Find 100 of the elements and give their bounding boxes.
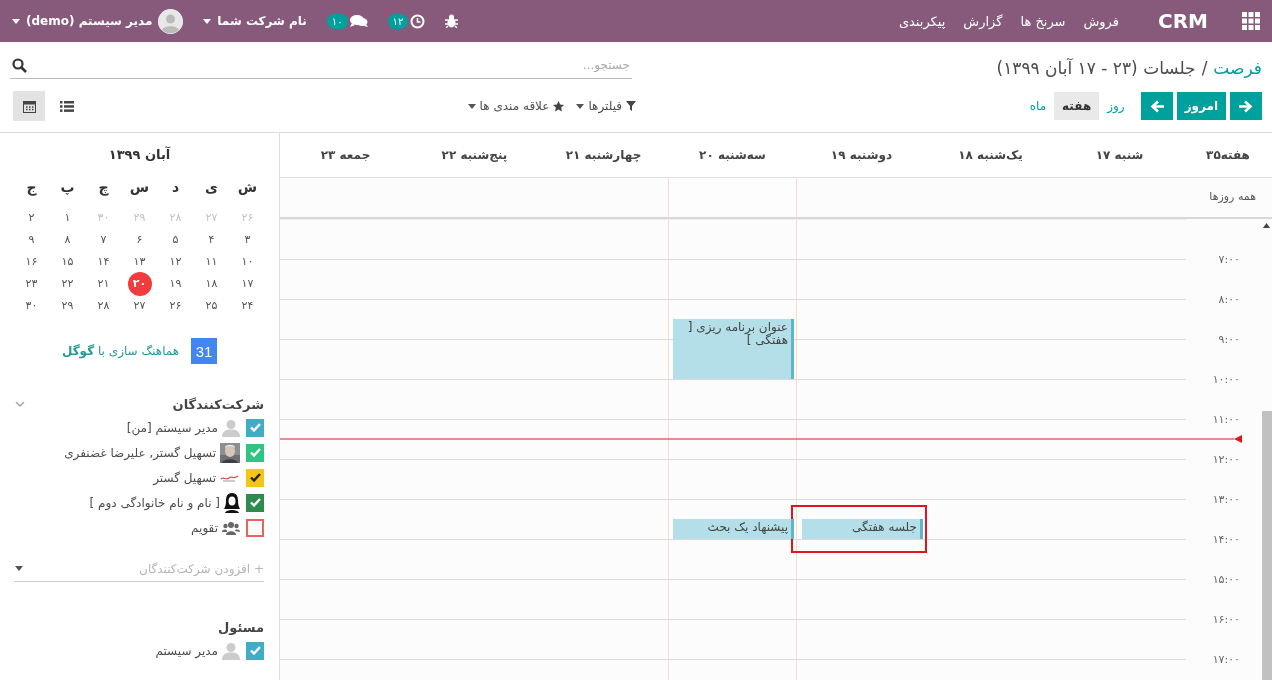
time-label: ۱۳:۰۰: [1212, 492, 1240, 506]
calendar-day[interactable]: ۲۵: [205, 295, 218, 317]
arrow-icon: [1149, 99, 1164, 113]
calendar-day[interactable]: ۲۷: [133, 295, 146, 317]
calendar-day[interactable]: ۳۰: [25, 295, 38, 317]
time-label: ۱۱:۰۰: [1212, 412, 1240, 426]
checkbox[interactable]: [246, 518, 264, 537]
calendar-event[interactable]: عنوان برنامه ریزی [ هفتگی ]: [673, 319, 794, 379]
app-name[interactable]: CRM: [1158, 9, 1208, 33]
menu-item[interactable]: سرنخ ها: [1011, 13, 1075, 29]
breadcrumb-separator: /: [1201, 58, 1208, 78]
menu-item[interactable]: فروش: [1074, 13, 1128, 29]
calendar-day[interactable]: ۲۶: [169, 295, 182, 317]
attendee-name: تسهیل گستر: [153, 470, 216, 485]
day-header: جمعه ۲۳: [319, 148, 372, 162]
calendar-day[interactable]: ۱۷: [241, 273, 254, 295]
calendar-day[interactable]: ۱۱: [205, 251, 218, 273]
add-attendee-field[interactable]: + افزودن شرکت‌کنندگان: [14, 556, 264, 582]
calendar-day[interactable]: ۱۲: [169, 251, 182, 273]
message-count-badge: ۱۰: [326, 13, 348, 29]
calendar-day[interactable]: ۵: [172, 229, 179, 251]
calendar-day[interactable]: ۱۹: [169, 273, 182, 295]
calendar-day[interactable]: ۲۰: [127, 272, 152, 296]
day-header: شنبه ۱۷: [1094, 148, 1145, 162]
checkbox[interactable]: [246, 468, 264, 487]
attendee-name: مدیر سیستم [من]: [126, 420, 218, 435]
calendar-day[interactable]: ۱۶: [25, 251, 38, 273]
calendar-event[interactable]: جلسه هفتگی: [802, 519, 923, 539]
calendar-day[interactable]: ۲۴: [241, 295, 254, 317]
google-sync-link[interactable]: هماهنگ سازی با گوگل: [61, 344, 180, 358]
checkbox[interactable]: [246, 641, 264, 660]
calendar-day[interactable]: ۱۳: [133, 251, 146, 273]
checkbox[interactable]: [246, 493, 264, 512]
breadcrumb-title: جلسات (۲۳ - ۱۷ آبان ۱۳۹۹): [996, 58, 1196, 78]
search-field[interactable]: جستجو...: [10, 52, 632, 79]
favorites-dropdown[interactable]: علاقه مندی ها: [467, 99, 565, 113]
menu-item[interactable]: گزارش: [954, 13, 1012, 29]
user-avatar-icon: [222, 641, 240, 660]
weekday-label: س: [128, 179, 151, 197]
arrow-icon: [1239, 99, 1253, 113]
calendar-day[interactable]: ۲: [28, 207, 35, 229]
weekday-label: پ: [59, 179, 76, 197]
checkmark-icon: [249, 646, 261, 655]
checkbox[interactable]: [246, 443, 264, 462]
calendar-day[interactable]: ۲۸: [97, 295, 110, 317]
menu-item[interactable]: پیکربندی: [889, 13, 955, 29]
calendar-event[interactable]: پیشنهاد یک بحث: [673, 519, 794, 539]
bug-icon[interactable]: [445, 14, 459, 28]
all-day-label: همه روزها: [1208, 189, 1257, 205]
time-label: ۸:۰۰: [1218, 292, 1240, 306]
attendee-name: تقویم: [191, 520, 218, 535]
apps-menu-icon[interactable]: [1242, 12, 1260, 30]
time-label: ۱۵:۰۰: [1212, 572, 1240, 586]
calendar-day[interactable]: ۲۲: [61, 273, 74, 295]
chat-icon[interactable]: [349, 14, 368, 28]
star-icon: [553, 100, 565, 112]
clock-icon[interactable]: [410, 13, 426, 29]
time-label: ۹:۰۰: [1218, 332, 1240, 346]
month-title: آبان ۱۳۹۹: [107, 147, 172, 164]
scrollbar[interactable]: [1262, 411, 1272, 680]
weekday-label: ی: [204, 179, 219, 197]
calendar-day[interactable]: ۸: [64, 229, 71, 251]
calendar-day[interactable]: ۱: [64, 207, 71, 229]
calendar-day[interactable]: ۱۸: [205, 273, 218, 295]
calendar-view-button[interactable]: [13, 91, 45, 121]
previous-button[interactable]: [1230, 92, 1262, 120]
checkmark-icon: [249, 423, 261, 432]
list-icon: [60, 100, 74, 112]
checkbox[interactable]: [246, 418, 264, 437]
filters-dropdown[interactable]: فیلترها: [576, 99, 636, 113]
female-avatar-icon: [224, 492, 240, 513]
caret-icon: [576, 103, 585, 109]
scroll-up-icon[interactable]: [1263, 223, 1270, 228]
search-icon[interactable]: [12, 58, 27, 73]
calendar-day[interactable]: ۲۳: [25, 273, 38, 295]
calendar-day[interactable]: ۱۵: [61, 251, 74, 273]
calendar-day[interactable]: ۴: [208, 229, 215, 251]
calendar-day[interactable]: ۳: [244, 229, 251, 251]
caret-icon: [15, 566, 23, 571]
weekday-label: ج: [25, 179, 38, 198]
calendar-day[interactable]: ۱۴: [97, 251, 110, 273]
company-switcher[interactable]: نام شرکت شما: [203, 14, 307, 28]
section-title: مسئول: [218, 619, 264, 635]
weekday-label: د: [170, 179, 181, 197]
checkmark-icon: [249, 448, 261, 457]
time-label: ۷:۰۰: [1218, 252, 1240, 266]
caret-icon: [12, 18, 20, 24]
time-label: ۱۴:۰۰: [1212, 532, 1240, 546]
calendar-day[interactable]: ۲۱: [97, 273, 110, 295]
scale-tab[interactable]: هفته: [1054, 92, 1100, 120]
next-button[interactable]: [1140, 92, 1173, 120]
time-label: ۱۲:۰۰: [1212, 452, 1240, 466]
calendar-day[interactable]: ۲۹: [61, 295, 74, 317]
calendar-day[interactable]: ۷: [100, 229, 107, 251]
calendar-day[interactable]: ۶: [136, 229, 143, 251]
calendar-day[interactable]: ۹: [28, 229, 35, 251]
calendar-icon: [22, 99, 36, 113]
caret-icon: [203, 18, 212, 24]
calendar-day[interactable]: ۱۰: [241, 251, 254, 273]
user-menu[interactable]: مدیر سیستم (demo): [12, 8, 184, 34]
